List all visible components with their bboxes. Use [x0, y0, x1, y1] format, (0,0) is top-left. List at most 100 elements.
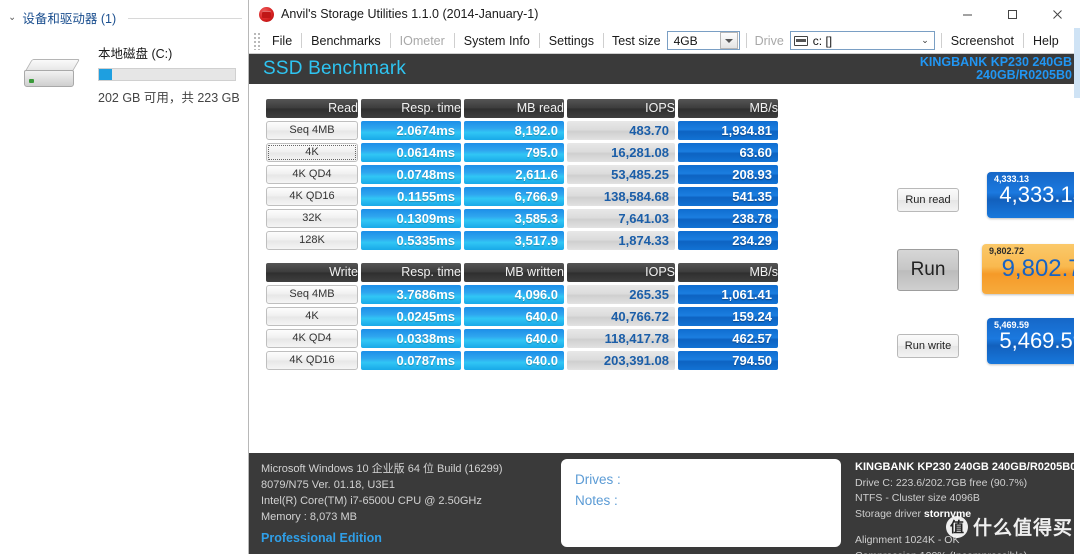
table-row: 128K 0.5335ms 3,517.9 1,874.33 234.29 — [266, 231, 778, 250]
table-row: Seq 4MB 3.7686ms 4,096.0 265.35 1,061.41 — [266, 285, 778, 304]
read-test-button[interactable]: 32K — [266, 209, 358, 228]
drive-small-icon — [793, 35, 808, 46]
read-score-box: 4,333.13 4,333.13 — [987, 172, 1080, 218]
test-size-combobox[interactable]: 4GB — [666, 31, 740, 50]
test-size-value: 4GB — [673, 33, 698, 48]
table-cell: 0.0614ms — [361, 143, 461, 162]
drive-info-filesystem: NTFS - Cluster size 4096B — [855, 492, 980, 504]
write-test-button[interactable]: 4K QD4 — [266, 329, 358, 348]
table-cell: 0.1309ms — [361, 209, 461, 228]
run-button[interactable]: Run — [897, 249, 959, 291]
system-info-line: Memory : 8,073 MB — [261, 511, 357, 523]
read-resp-value: 0.1155ms — [361, 187, 461, 206]
run-read-button[interactable]: Run read — [897, 188, 959, 212]
write-mbs-value: 1,061.41 — [678, 285, 778, 304]
read-test-button[interactable]: 4K — [266, 143, 358, 162]
table-cell: 1,934.81 — [678, 121, 778, 140]
edition-label: Professional Edition — [261, 531, 382, 545]
window-title: Anvil's Storage Utilities 1.1.0 (2014-Ja… — [281, 7, 539, 21]
write-test-button[interactable]: 4K QD16 — [266, 351, 358, 370]
title-bar[interactable]: Anvil's Storage Utilities 1.1.0 (2014-Ja… — [249, 0, 1080, 28]
table-cell: 0.0245ms — [361, 307, 461, 326]
read-header-row: Read Resp. time MB read IOPS MB/s — [266, 99, 778, 118]
total-score-value: 9,802.72 — [1001, 255, 1080, 282]
write-score-box: 5,469.59 5,469.59 — [987, 318, 1080, 364]
devices-and-drives-header[interactable]: ⌄ 设备和驱动器 (1) — [0, 0, 248, 27]
menu-item-settings[interactable]: Settings — [540, 32, 603, 50]
table-cell: 118,417.78 — [567, 329, 675, 348]
scrollbar[interactable] — [1074, 28, 1080, 98]
hard-drive-icon — [23, 59, 81, 89]
read-test-button[interactable]: 4K QD16 — [266, 187, 358, 206]
menu-item-file[interactable]: File — [263, 32, 301, 50]
write-column-header: Resp. time — [361, 263, 461, 282]
toolbar-grip-icon[interactable] — [253, 31, 261, 50]
read-test-button[interactable]: 4K QD4 — [266, 165, 358, 184]
menu-item-help[interactable]: Help — [1024, 32, 1068, 50]
menu-item-benchmarks[interactable]: Benchmarks — [302, 32, 389, 50]
read-mbs-value: 1,934.81 — [678, 121, 778, 140]
driver-prefix: Storage driver — [855, 507, 921, 520]
write-header-row: Write Resp. time MB written IOPS MB/s — [266, 263, 778, 282]
table-cell: 3,517.9 — [464, 231, 564, 250]
write-score-value: 5,469.59 — [999, 328, 1080, 353]
chevron-down-icon[interactable]: ⌄ — [921, 35, 934, 46]
write-mbs-value: 159.24 — [678, 307, 778, 326]
table-row: 4K QD4 0.0338ms 640.0 118,417.78 462.57 — [266, 329, 778, 348]
device-label: KINGBANK KP230 240GB 240GB/R0205B0 — [920, 55, 1072, 82]
read-mb-value: 795.0 — [464, 143, 564, 162]
system-info-line: Intel(R) Core(TM) i7-6500U CPU @ 2.50GHz — [261, 495, 482, 507]
menu-item-system-info[interactable]: System Info — [455, 32, 539, 50]
read-resp-value: 2.0674ms — [361, 121, 461, 140]
drives-label: Drives : — [575, 472, 621, 487]
read-iops-value: 483.70 — [567, 121, 675, 140]
read-resp-value: 0.1309ms — [361, 209, 461, 228]
table-cell: 40,766.72 — [567, 307, 675, 326]
table-cell: 794.50 — [678, 351, 778, 370]
write-iops-value: 265.35 — [567, 285, 675, 304]
write-column-header: MB/s — [678, 263, 778, 282]
table-cell: 4K QD4 — [266, 165, 358, 184]
read-resp-value: 0.0614ms — [361, 143, 461, 162]
notes-panel[interactable]: Drives : Notes : — [561, 459, 841, 547]
drive-combobox[interactable]: c: [] ⌄ — [789, 31, 935, 50]
menu-bar: File Benchmarks IOmeter System Info Sett… — [249, 28, 1080, 54]
drive-label: Drive — [754, 33, 784, 48]
test-size-dropdown-arrow[interactable] — [719, 32, 738, 49]
table-cell: 63.60 — [678, 143, 778, 162]
menu-item-screenshot[interactable]: Screenshot — [942, 32, 1023, 50]
table-cell: 159.24 — [678, 307, 778, 326]
read-test-button[interactable]: 128K — [266, 231, 358, 250]
read-column-header: MB/s — [678, 99, 778, 118]
table-cell: 203,391.08 — [567, 351, 675, 370]
table-cell: 265.35 — [567, 285, 675, 304]
window-controls — [945, 0, 1080, 28]
device-name-line2: 240GB/R0205B0 — [976, 68, 1072, 82]
chevron-down-icon[interactable]: ⌄ — [8, 12, 16, 23]
write-iops-value: 40,766.72 — [567, 307, 675, 326]
write-mbs-value: 462.57 — [678, 329, 778, 348]
read-test-button[interactable]: Seq 4MB — [266, 121, 358, 140]
table-cell: 4K QD16 — [266, 351, 358, 370]
read-resp-value: 0.0748ms — [361, 165, 461, 184]
menu-item-iometer: IOmeter — [399, 33, 445, 48]
maximize-button[interactable] — [990, 0, 1035, 28]
table-cell: 128K — [266, 231, 358, 250]
screen-root: ⌄ 设备和驱动器 (1) 本地磁盘 (C:) 202 GB 可用，共 223 G… — [0, 0, 1080, 554]
table-cell: 1,061.41 — [678, 285, 778, 304]
write-mbs-value: 794.50 — [678, 351, 778, 370]
table-cell: 4,096.0 — [464, 285, 564, 304]
notes-label: Notes : — [575, 493, 618, 508]
table-cell: 462.57 — [678, 329, 778, 348]
write-column-header: IOPS — [567, 263, 675, 282]
table-cell: 2,611.6 — [464, 165, 564, 184]
drive-capacity-fill — [99, 69, 112, 80]
table-cell: 4K — [266, 307, 358, 326]
drive-list-item[interactable]: 本地磁盘 (C:) 202 GB 可用，共 223 GB — [0, 27, 248, 106]
read-score-value: 4,333.13 — [999, 182, 1080, 207]
run-write-button[interactable]: Run write — [897, 334, 959, 358]
write-column-header: MB written — [464, 263, 564, 282]
write-test-button[interactable]: Seq 4MB — [266, 285, 358, 304]
write-test-button[interactable]: 4K — [266, 307, 358, 326]
minimize-button[interactable] — [945, 0, 990, 28]
